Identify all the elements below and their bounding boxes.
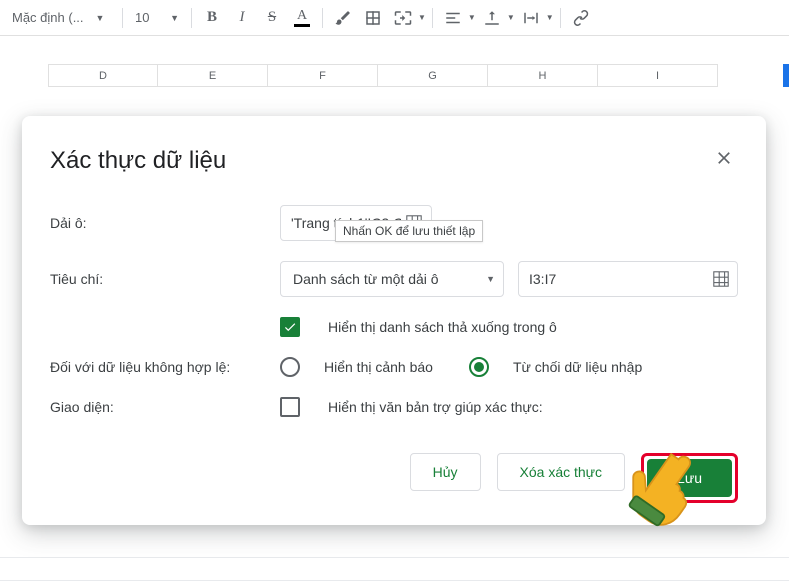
dialog-title: Xác thực dữ liệu — [50, 147, 226, 175]
criteria-type-select[interactable]: Danh sách từ một dải ô ▼ — [280, 261, 504, 297]
separator — [432, 8, 433, 28]
reject-input-radio[interactable] — [469, 357, 489, 377]
criteria-label: Tiêu chí: — [50, 271, 280, 287]
font-size-value: 10 — [135, 10, 149, 25]
cancel-button[interactable]: Hủy — [410, 453, 481, 491]
chevron-down-icon: ▼ — [418, 13, 426, 22]
col-header[interactable]: F — [268, 64, 378, 87]
col-header[interactable]: I — [598, 64, 718, 87]
separator — [560, 8, 561, 28]
col-header[interactable]: H — [488, 64, 598, 87]
col-header[interactable]: E — [158, 64, 268, 87]
show-dropdown-checkbox[interactable] — [280, 317, 300, 337]
bold-button[interactable]: B — [198, 4, 226, 32]
appearance-label: Giao diện: — [50, 399, 280, 415]
italic-button[interactable]: I — [228, 4, 256, 32]
text-color-button[interactable]: A — [288, 4, 316, 32]
chevron-down-icon: ▼ — [468, 13, 476, 22]
fill-color-button[interactable] — [329, 4, 357, 32]
select-range-icon[interactable] — [710, 266, 733, 292]
font-size-select[interactable]: 10 ▼ — [129, 5, 185, 31]
show-dropdown-label: Hiển thị danh sách thả xuống trong ô — [328, 319, 557, 335]
invalid-data-label: Đối với dữ liệu không hợp lệ: — [50, 359, 280, 375]
reject-input-label: Từ chối dữ liệu nhập — [513, 359, 642, 375]
show-help-text-checkbox[interactable] — [280, 397, 300, 417]
chevron-down-icon: ▼ — [170, 13, 179, 23]
show-help-text-label: Hiển thị văn bản trợ giúp xác thực: — [328, 399, 543, 415]
font-family-select[interactable]: Mặc định (... ▼ — [6, 5, 116, 31]
separator — [191, 8, 192, 28]
selection-indicator — [783, 64, 789, 87]
col-header[interactable]: G — [378, 64, 488, 87]
grid-row — [0, 557, 789, 581]
insert-link-button[interactable] — [567, 4, 595, 32]
criteria-type-value: Danh sách từ một dải ô — [293, 271, 439, 287]
separator — [322, 8, 323, 28]
column-headers: D E F G H I — [0, 64, 789, 87]
show-warning-label: Hiển thị cảnh báo — [324, 359, 433, 375]
col-header[interactable]: D — [48, 64, 158, 87]
criteria-range-input-wrap — [518, 261, 738, 297]
toolbar: Mặc định (... ▼ 10 ▼ B I S A ▼ ▼ ▼ ▼ — [0, 0, 789, 36]
close-button[interactable] — [710, 144, 738, 177]
cell-range-label: Dải ô: — [50, 215, 280, 231]
font-family-value: Mặc định (... — [12, 10, 84, 25]
merge-cells-button[interactable]: ▼ — [389, 4, 426, 32]
vertical-align-button[interactable]: ▼ — [478, 4, 515, 32]
show-warning-radio[interactable] — [280, 357, 300, 377]
chevron-down-icon: ▼ — [96, 13, 105, 23]
pointing-hand-icon — [620, 440, 710, 530]
chevron-down-icon: ▼ — [486, 274, 495, 284]
criteria-range-input[interactable] — [529, 271, 710, 287]
chevron-down-icon: ▼ — [507, 13, 515, 22]
remove-validation-button[interactable]: Xóa xác thực — [497, 453, 626, 491]
chevron-down-icon: ▼ — [546, 13, 554, 22]
text-wrap-button[interactable]: ▼ — [517, 4, 554, 32]
tooltip: Nhấn OK để lưu thiết lập — [335, 220, 483, 242]
strikethrough-button[interactable]: S — [258, 4, 286, 32]
borders-button[interactable] — [359, 4, 387, 32]
separator — [122, 8, 123, 28]
horizontal-align-button[interactable]: ▼ — [439, 4, 476, 32]
